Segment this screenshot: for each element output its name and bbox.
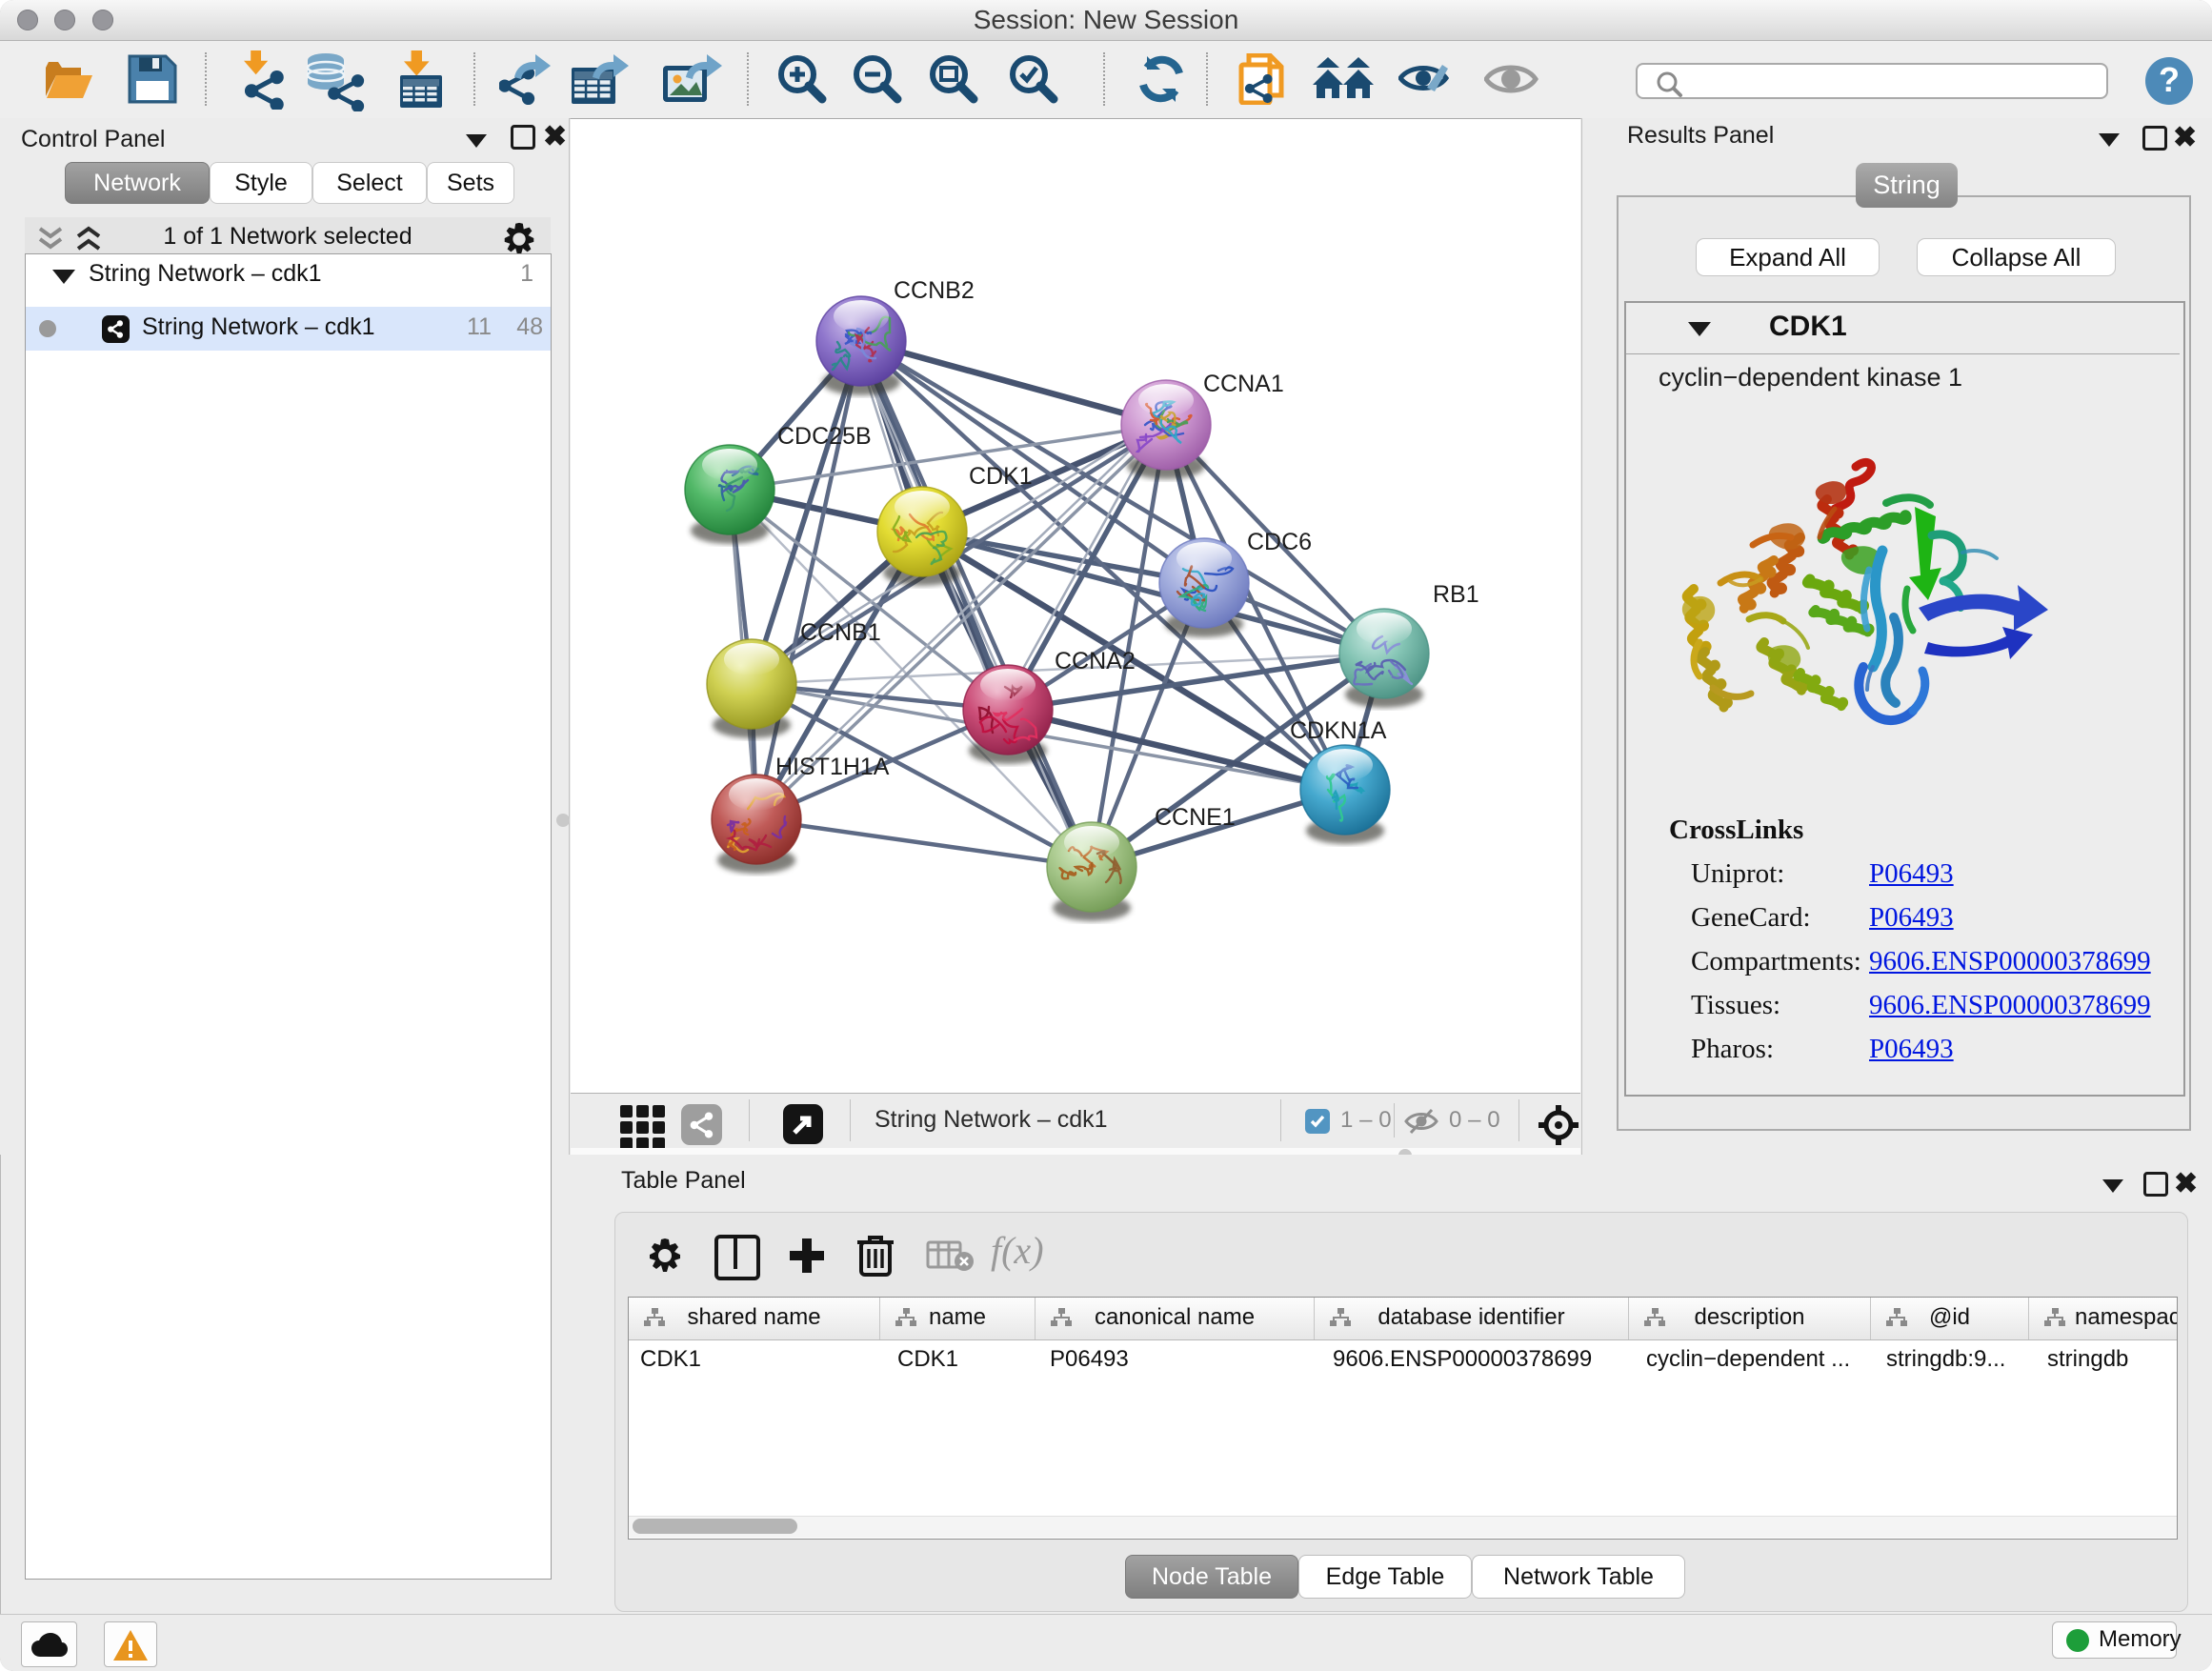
- svg-text:CDC25B: CDC25B: [777, 423, 872, 450]
- svg-text:HIST1H1A: HIST1H1A: [775, 754, 890, 780]
- svg-text:CDC6: CDC6: [1247, 529, 1312, 555]
- svg-text:CDKN1A: CDKN1A: [1290, 717, 1387, 744]
- svg-text:CCNB1: CCNB1: [800, 619, 881, 646]
- svg-text:RB1: RB1: [1433, 581, 1479, 608]
- svg-text:CCNE1: CCNE1: [1155, 804, 1236, 831]
- svg-text:CDK1: CDK1: [969, 463, 1033, 490]
- svg-text:CCNB2: CCNB2: [894, 277, 975, 304]
- svg-text:CCNA1: CCNA1: [1203, 371, 1284, 397]
- svg-text:CCNA2: CCNA2: [1055, 648, 1136, 674]
